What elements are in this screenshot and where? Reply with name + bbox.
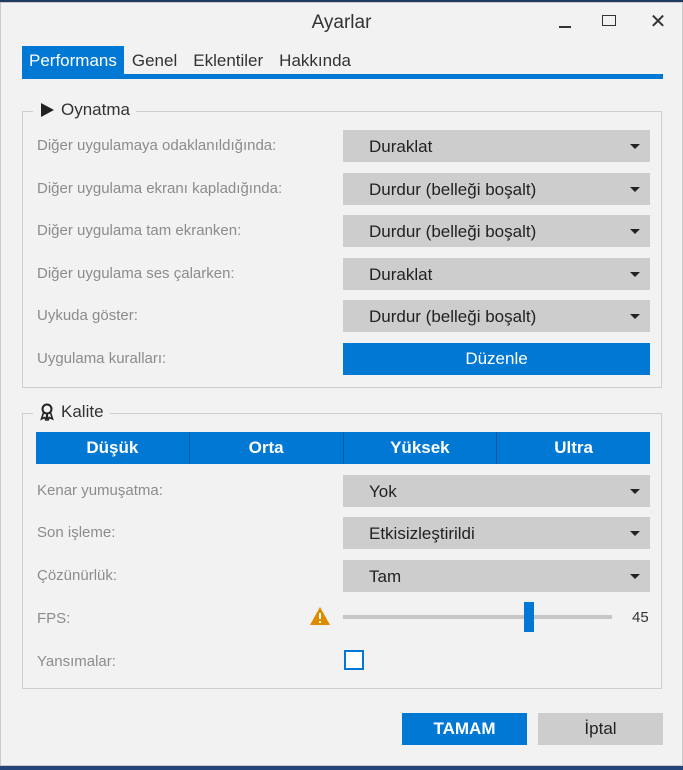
title-bar[interactable]: Ayarlar ✕ [1,3,682,39]
focus-lost-select[interactable]: Duraklat [343,130,650,162]
preset-high-button[interactable]: Yüksek [344,432,498,464]
quality-group: Kalite Düşük Orta Yüksek Ultra Kenar yum… [22,402,662,689]
edit-rules-button[interactable]: Düzenle [343,343,650,375]
postprocess-label: Son işleme: [37,524,116,541]
sleep-label: Uykuda göster: [37,307,138,324]
tab-underline [22,74,663,79]
chevron-down-icon [630,531,640,536]
antialias-value: Yok [369,482,397,501]
preset-low-button[interactable]: Düşük [36,432,190,464]
desktop-bottom-edge [0,766,683,770]
reflections-label: Yansımalar: [37,653,116,670]
tab-eklentiler[interactable]: Eklentiler [185,46,271,74]
chevron-down-icon [630,187,640,192]
resolution-select[interactable]: Tam [343,560,650,592]
antialias-select[interactable]: Yok [343,475,650,507]
preset-medium-button[interactable]: Orta [190,432,344,464]
close-button[interactable]: ✕ [642,9,674,35]
cancel-button[interactable]: İptal [538,713,663,745]
warning-icon [310,607,330,625]
tab-performans[interactable]: Performans [22,46,124,74]
settings-window: Ayarlar ✕ Performans Genel Eklentiler Ha… [0,2,683,766]
playback-group: Oynatma Diğer uygulamaya odaklanıldığınd… [22,100,662,388]
focus-lost-value: Duraklat [369,137,433,156]
chevron-down-icon [630,489,640,494]
antialias-label: Kenar yumuşatma: [37,482,163,499]
quality-preset-bar: Düşük Orta Yüksek Ultra [36,432,650,464]
tab-hakkinda[interactable]: Hakkında [271,46,359,74]
postprocess-value: Etkisizleştirildi [369,524,475,543]
play-icon [41,103,54,117]
covered-label: Diğer uygulama ekranı kapladığında: [37,180,283,197]
quality-group-header: Kalite [33,402,110,422]
fullscreen-label: Diğer uygulama tam ekranken: [37,222,242,239]
audio-select[interactable]: Duraklat [343,258,650,290]
app-rules-label: Uygulama kuralları: [37,350,167,367]
playback-group-title: Oynatma [61,100,130,119]
fps-label: FPS: [37,610,71,627]
chevron-down-icon [630,314,640,319]
chevron-down-icon [630,272,640,277]
reflections-checkbox[interactable] [344,650,364,670]
maximize-button[interactable] [595,9,627,35]
ok-button[interactable]: TAMAM [402,713,527,745]
quality-group-title: Kalite [61,402,104,421]
audio-value: Duraklat [369,265,433,284]
resolution-label: Çözünürlük: [37,567,118,584]
fps-slider-thumb[interactable] [524,602,534,632]
sleep-select[interactable]: Durdur (belleği boşalt) [343,300,650,332]
audio-label: Diğer uygulama ses çalarken: [37,265,235,282]
chevron-down-icon [630,229,640,234]
minimize-button[interactable] [549,9,581,35]
covered-value: Durdur (belleği boşalt) [369,180,537,199]
fullscreen-value: Durdur (belleği boşalt) [369,222,537,241]
preset-ultra-button[interactable]: Ultra [497,432,650,464]
close-icon: ✕ [649,11,667,33]
award-icon [40,403,54,421]
sleep-value: Durdur (belleği boşalt) [369,307,537,326]
fps-value: 45 [632,609,649,626]
covered-select[interactable]: Durdur (belleği boşalt) [343,173,650,205]
focus-lost-label: Diğer uygulamaya odaklanıldığında: [37,137,277,154]
chevron-down-icon [630,574,640,579]
playback-group-header: Oynatma [33,100,136,120]
tab-bar: Performans Genel Eklentiler Hakkında [22,46,359,74]
postprocess-select[interactable]: Etkisizleştirildi [343,517,650,549]
tab-genel[interactable]: Genel [124,46,185,74]
fps-slider-track[interactable] [343,615,612,619]
resolution-value: Tam [369,567,402,586]
fullscreen-select[interactable]: Durdur (belleği boşalt) [343,215,650,247]
chevron-down-icon [630,144,640,149]
